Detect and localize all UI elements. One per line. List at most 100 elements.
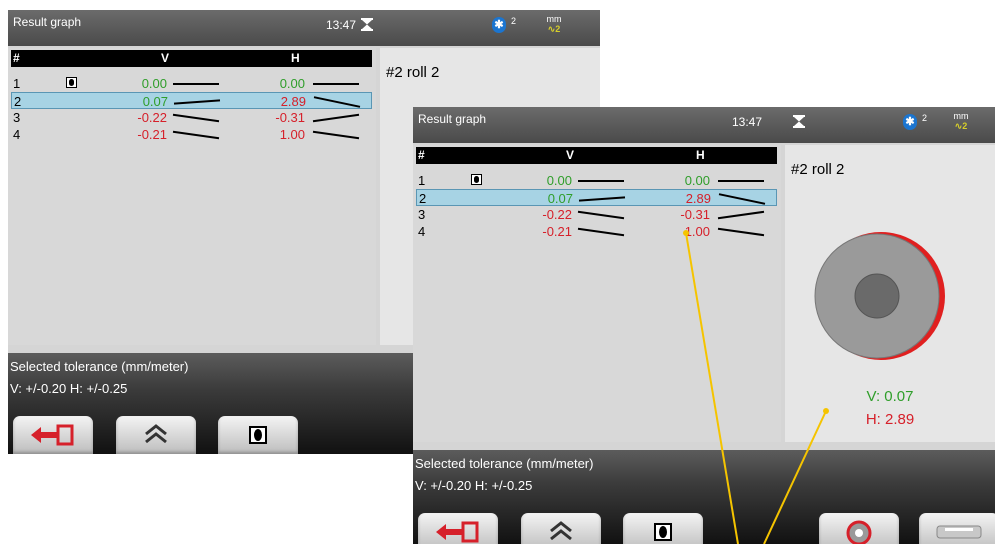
results-table: # V H 1 0.00 0.00 2 0.07 2.89 3 -0.22 -0.31 4 -0.2… bbox=[413, 145, 781, 442]
screen-title: Result graph bbox=[13, 15, 82, 29]
tolerance-values: V: +/-0.20 H: +/-0.25 bbox=[10, 381, 128, 396]
roll-title: #2 roll 2 bbox=[791, 161, 845, 178]
row-number: 4 bbox=[13, 127, 21, 142]
h-slope-indicator bbox=[718, 193, 766, 205]
h-value: -0.31 bbox=[275, 110, 305, 125]
cylinder-view-button[interactable] bbox=[919, 513, 995, 544]
h-value: 1.00 bbox=[684, 224, 710, 239]
exit-button[interactable] bbox=[418, 513, 498, 544]
table-row[interactable]: 3 -0.22 -0.31 bbox=[11, 109, 372, 126]
v-value: -0.22 bbox=[137, 110, 167, 125]
row-number: 3 bbox=[13, 110, 21, 125]
column-header-h: H bbox=[291, 51, 300, 65]
h-value: 2.89 bbox=[685, 191, 711, 206]
unit-indicator: mm ∿2 bbox=[949, 111, 973, 131]
reference-square-icon bbox=[654, 523, 672, 541]
column-header-number: # bbox=[418, 148, 425, 162]
roll-view-icon bbox=[846, 520, 872, 544]
bluetooth-count: 2 bbox=[922, 113, 928, 123]
v-value: -0.22 bbox=[542, 207, 572, 222]
expand-up-button[interactable] bbox=[116, 416, 196, 454]
unit-label: mm bbox=[546, 14, 562, 24]
hourglass-icon bbox=[361, 18, 373, 31]
tolerance-area: Selected tolerance (mm/meter) V: +/-0.20… bbox=[413, 450, 995, 544]
bluetooth-count: 2 bbox=[511, 16, 517, 26]
double-chevron-up-icon bbox=[145, 424, 167, 444]
reference-marker-icon bbox=[66, 77, 77, 88]
h-slope-indicator bbox=[717, 210, 765, 220]
column-header-number: # bbox=[13, 51, 20, 65]
v-slope-indicator bbox=[578, 180, 624, 182]
table-row[interactable]: 2 0.07 2.89 bbox=[416, 189, 777, 206]
row-number: 2 bbox=[14, 94, 22, 109]
row-number: 1 bbox=[13, 76, 21, 91]
h-slope-indicator bbox=[312, 113, 360, 123]
table-row[interactable]: 4 -0.21 1.00 bbox=[11, 126, 372, 143]
exit-button[interactable] bbox=[13, 416, 93, 454]
h-slope-indicator bbox=[313, 83, 359, 85]
v-slope-indicator bbox=[577, 210, 625, 220]
unit-label: mm bbox=[953, 111, 969, 121]
v-slope-indicator bbox=[577, 227, 625, 237]
h-slope-indicator bbox=[717, 227, 765, 237]
v-slope-indicator bbox=[172, 113, 220, 123]
roll-panel: #2 roll 2 V: 0.07 H: 2.89 bbox=[785, 145, 995, 442]
v-value: -0.21 bbox=[137, 127, 167, 142]
tolerance-label: Selected tolerance (mm/meter) bbox=[415, 456, 594, 471]
h-value: -0.31 bbox=[680, 207, 710, 222]
h-slope-indicator bbox=[312, 130, 360, 140]
h-value: 1.00 bbox=[279, 127, 305, 142]
row-number: 4 bbox=[418, 224, 426, 239]
reference-marker-icon bbox=[471, 174, 482, 185]
clock-time: 13:47 bbox=[732, 115, 763, 129]
reference-button[interactable] bbox=[623, 513, 703, 544]
title-bar: Result graph 13:47 ✱ 2 mm ∿2 bbox=[8, 10, 600, 46]
expand-up-button[interactable] bbox=[521, 513, 601, 544]
v-value: -0.21 bbox=[542, 224, 572, 239]
roll-graphic bbox=[814, 232, 945, 360]
h-value: 2.89 bbox=[280, 94, 306, 109]
title-bar: Result graph 13:47 ✱ 2 mm ∿2 bbox=[413, 107, 995, 143]
reference-square-icon bbox=[249, 426, 267, 444]
unit-resolution: ∿2 bbox=[547, 24, 561, 34]
v-slope-indicator bbox=[172, 130, 220, 140]
h-value: 0.00 bbox=[279, 76, 305, 91]
table-row[interactable]: 4 -0.21 1.00 bbox=[416, 223, 777, 240]
h-slope-indicator bbox=[313, 96, 361, 108]
roll-view-button[interactable] bbox=[819, 513, 899, 544]
table-row[interactable]: 2 0.07 2.89 bbox=[11, 92, 372, 109]
roll-title: #2 roll 2 bbox=[386, 64, 440, 81]
hourglass-icon bbox=[793, 115, 805, 128]
table-row[interactable]: 1 0.00 0.00 bbox=[11, 75, 372, 92]
clock-time: 13:47 bbox=[326, 18, 357, 32]
v-value: 0.00 bbox=[546, 173, 572, 188]
h-slope-indicator bbox=[718, 180, 764, 182]
double-chevron-up-icon bbox=[550, 521, 572, 541]
h-value: 0.00 bbox=[684, 173, 710, 188]
row-number: 2 bbox=[419, 191, 427, 206]
table-header: # V H bbox=[11, 50, 372, 67]
table-header: # V H bbox=[416, 147, 777, 164]
row-number: 1 bbox=[418, 173, 426, 188]
v-slope-indicator bbox=[173, 83, 219, 85]
column-header-v: V bbox=[566, 148, 575, 162]
exit-arrow-icon bbox=[436, 521, 479, 543]
table-row[interactable]: 3 -0.22 -0.31 bbox=[416, 206, 777, 223]
cylinder-view-icon bbox=[936, 525, 982, 539]
v-value: 0.07 bbox=[547, 191, 573, 206]
unit-indicator: mm ∿2 bbox=[542, 14, 566, 34]
results-table: # V H 1 0.00 0.00 2 0.07 2.89 3 -0.22 -0.31 4 -0.2… bbox=[8, 48, 376, 345]
unit-resolution: ∿2 bbox=[954, 121, 968, 131]
tolerance-label: Selected tolerance (mm/meter) bbox=[10, 359, 189, 374]
column-header-h: H bbox=[696, 148, 705, 162]
screen-title: Result graph bbox=[418, 112, 487, 126]
row-number: 3 bbox=[418, 207, 426, 222]
reference-button[interactable] bbox=[218, 416, 298, 454]
result-graph-screen-front: Result graph 13:47 ✱ 2 mm ∿2 # V H 1 0.00… bbox=[413, 107, 995, 544]
roll-h-value: H: 2.89 bbox=[865, 411, 915, 428]
table-row[interactable]: 1 0.00 0.00 bbox=[416, 172, 777, 189]
v-slope-indicator bbox=[578, 196, 626, 202]
v-value: 0.07 bbox=[142, 94, 168, 109]
bluetooth-icon: ✱ bbox=[903, 114, 917, 130]
roll-v-value: V: 0.07 bbox=[866, 388, 914, 405]
